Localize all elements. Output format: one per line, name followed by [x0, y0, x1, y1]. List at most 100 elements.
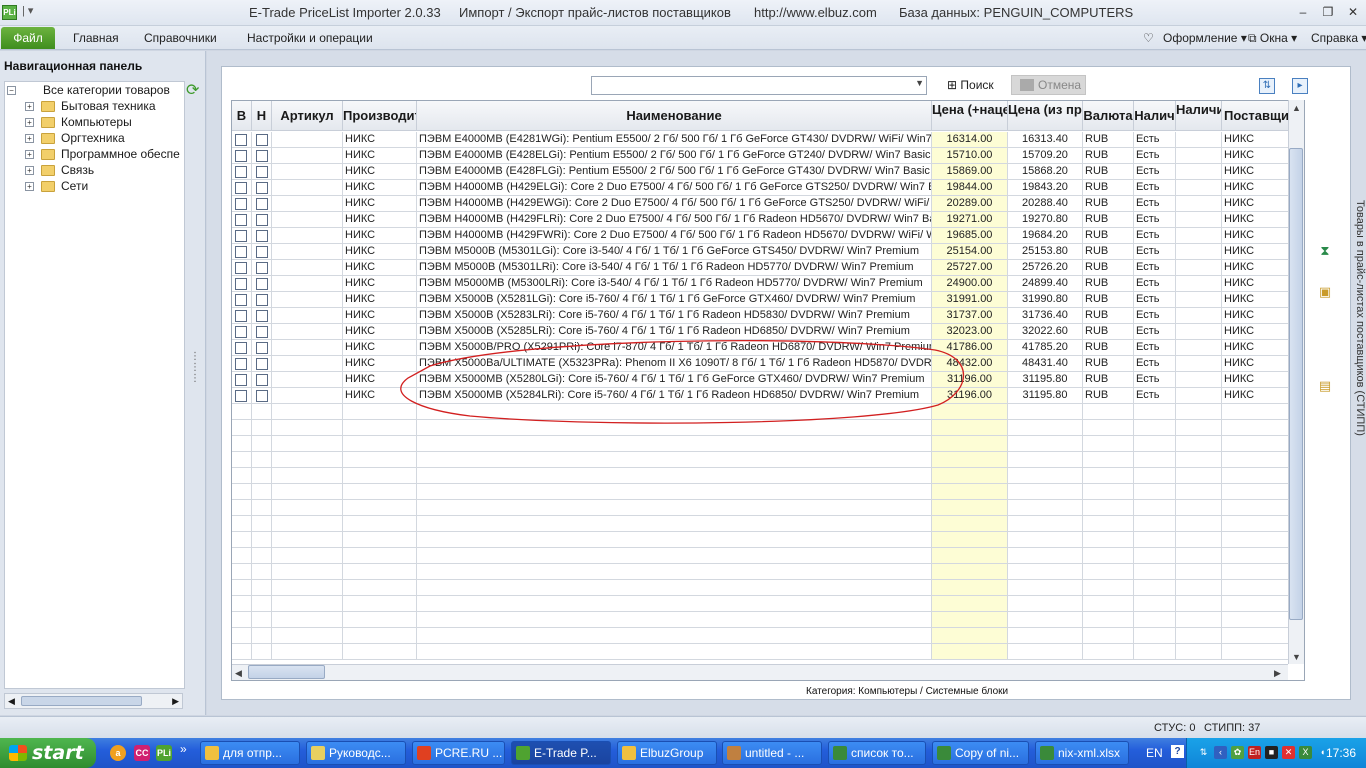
row-checkbox[interactable] [256, 182, 268, 194]
cell-sku[interactable] [272, 644, 343, 660]
cell-sku[interactable] [272, 548, 343, 564]
close-icon[interactable]: ✕ [1344, 4, 1362, 20]
column-header-currency[interactable]: Валюта [1083, 101, 1134, 131]
nav-scroll-thumb[interactable] [21, 696, 142, 706]
cell-stock2[interactable] [1176, 148, 1222, 164]
cell-stock2[interactable] [1176, 228, 1222, 244]
row-checkbox[interactable] [235, 278, 247, 290]
cell-price_list[interactable]: 19843.20 [1008, 180, 1083, 196]
cell-b[interactable] [232, 308, 252, 324]
row-checkbox[interactable] [256, 214, 268, 226]
cell-stock2[interactable] [1176, 212, 1222, 228]
grid-vertical-thumb[interactable] [1289, 148, 1303, 620]
cell-currency[interactable]: RUB [1083, 324, 1134, 340]
cell-maker[interactable]: НИКС [343, 148, 417, 164]
cell-stock[interactable]: Есть [1134, 308, 1176, 324]
cell-maker[interactable] [343, 596, 417, 612]
cell-price_list[interactable]: 19684.20 [1008, 228, 1083, 244]
cell-price[interactable]: 41786.00 [932, 340, 1008, 356]
cell-price_list[interactable]: 19270.80 [1008, 212, 1083, 228]
cell-stock2[interactable] [1176, 292, 1222, 308]
network-icon[interactable]: ⇅ [1197, 746, 1210, 759]
cell-n[interactable] [252, 340, 272, 356]
cell-stock[interactable]: Есть [1134, 196, 1176, 212]
excel-tray-icon[interactable]: X [1299, 746, 1312, 759]
column-header-price_list[interactable]: Цена (из прайса) [1008, 101, 1083, 131]
cell-price[interactable]: 20289.00 [932, 196, 1008, 212]
cell-b[interactable] [232, 276, 252, 292]
export-icon[interactable]: ▸ [1292, 78, 1308, 94]
cell-supplier[interactable] [1222, 612, 1292, 628]
cell-n[interactable] [252, 404, 272, 420]
row-checkbox[interactable] [256, 294, 268, 306]
cell-b[interactable] [232, 452, 252, 468]
cell-b[interactable] [232, 324, 252, 340]
cell-price[interactable] [932, 596, 1008, 612]
restore-icon[interactable]: ❐ [1319, 4, 1337, 20]
cell-maker[interactable]: НИКС [343, 164, 417, 180]
grid-horizontal-scrollbar[interactable] [232, 664, 1288, 680]
cell-maker[interactable] [343, 564, 417, 580]
cell-currency[interactable] [1083, 596, 1134, 612]
cell-supplier[interactable]: НИКС [1222, 244, 1292, 260]
cell-maker[interactable] [343, 628, 417, 644]
cell-stock[interactable] [1134, 596, 1176, 612]
cell-currency[interactable] [1083, 564, 1134, 580]
cell-price_list[interactable]: 15868.20 [1008, 164, 1083, 180]
cell-sku[interactable] [272, 564, 343, 580]
cell-stock2[interactable] [1176, 484, 1222, 500]
row-checkbox[interactable] [256, 262, 268, 274]
cell-price[interactable]: 32023.00 [932, 324, 1008, 340]
cell-name[interactable]: ПЭВМ X5000Ba/ULTIMATE (X5323PRa): Phenom… [417, 356, 932, 372]
cell-stock[interactable] [1134, 436, 1176, 452]
cell-price[interactable]: 31196.00 [932, 372, 1008, 388]
cell-b[interactable] [232, 644, 252, 660]
cell-b[interactable] [232, 580, 252, 596]
cell-stock[interactable]: Есть [1134, 388, 1176, 404]
cell-currency[interactable]: RUB [1083, 212, 1134, 228]
cell-n[interactable] [252, 532, 272, 548]
cell-maker[interactable]: НИКС [343, 228, 417, 244]
cell-supplier[interactable]: НИКС [1222, 388, 1292, 404]
cell-stock[interactable]: Есть [1134, 356, 1176, 372]
cell-stock[interactable] [1134, 420, 1176, 436]
cell-maker[interactable] [343, 484, 417, 500]
cell-name[interactable] [417, 404, 932, 420]
row-checkbox[interactable] [235, 294, 247, 306]
cell-b[interactable] [232, 612, 252, 628]
cell-name[interactable] [417, 644, 932, 660]
cell-b[interactable] [232, 404, 252, 420]
cell-supplier[interactable] [1222, 420, 1292, 436]
cell-sku[interactable] [272, 164, 343, 180]
row-checkbox[interactable] [235, 310, 247, 322]
cell-stock[interactable]: Есть [1134, 324, 1176, 340]
cell-currency[interactable] [1083, 548, 1134, 564]
cell-b[interactable] [232, 516, 252, 532]
cell-price[interactable] [932, 404, 1008, 420]
cell-n[interactable] [252, 228, 272, 244]
cell-stock2[interactable] [1176, 516, 1222, 532]
row-checkbox[interactable] [235, 374, 247, 386]
row-checkbox[interactable] [256, 278, 268, 290]
search-button[interactable]: ⊞ Поиск [942, 75, 1002, 95]
cell-price[interactable]: 19271.00 [932, 212, 1008, 228]
cell-b[interactable] [232, 212, 252, 228]
cell-n[interactable] [252, 644, 272, 660]
column-header-n[interactable]: Н [252, 101, 272, 131]
cell-n[interactable] [252, 292, 272, 308]
row-checkbox[interactable] [235, 230, 247, 242]
taskbar-button[interactable]: список то... [828, 741, 926, 765]
cell-stock[interactable] [1134, 516, 1176, 532]
cell-b[interactable] [232, 596, 252, 612]
cell-name[interactable] [417, 484, 932, 500]
cell-stock[interactable] [1134, 548, 1176, 564]
cell-b[interactable] [232, 564, 252, 580]
cell-n[interactable] [252, 148, 272, 164]
cell-currency[interactable]: RUB [1083, 308, 1134, 324]
cell-currency[interactable]: RUB [1083, 372, 1134, 388]
cell-sku[interactable] [272, 596, 343, 612]
cell-currency[interactable] [1083, 452, 1134, 468]
column-header-name[interactable]: Наименование [417, 101, 932, 131]
cell-stock2[interactable] [1176, 132, 1222, 148]
cell-supplier[interactable]: НИКС [1222, 372, 1292, 388]
